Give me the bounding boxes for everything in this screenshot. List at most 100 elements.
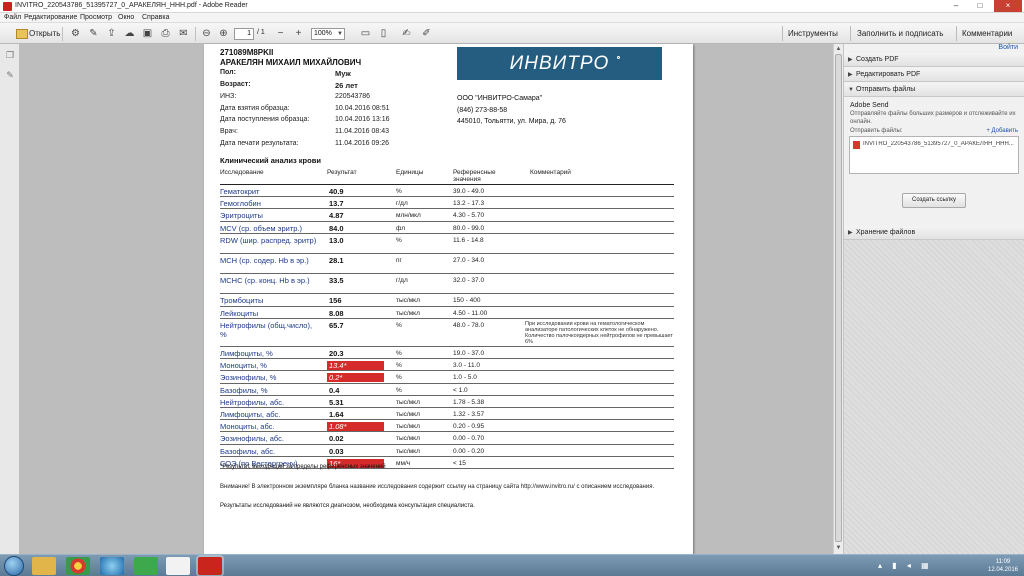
table-row: Тромбоциты 156 тыс/мкл 150 - 400: [220, 294, 674, 307]
notice-text: Внимание! В электронном экземпляре бланк…: [220, 484, 655, 490]
tools-tab[interactable]: Инструменты: [788, 29, 838, 38]
lab-address: 445010, Тольятти, ул. Мира, д. 76: [457, 118, 566, 125]
test-result: 156: [329, 296, 342, 306]
file-name[interactable]: INVITRO_220543786_51395727_0_АРАКЕЛЯН_НН…: [863, 141, 1018, 147]
section-edit-pdf[interactable]: ▶ Редактировать PDF: [844, 68, 1024, 82]
table-row: Эозинофилы, % 0.2*% 1.0 - 5.0: [220, 371, 674, 384]
save-icon[interactable]: ▣: [141, 27, 154, 40]
close-button[interactable]: ×: [994, 0, 1022, 12]
section-file-storage[interactable]: ▶ Хранение файлов: [844, 226, 1024, 240]
file-list[interactable]: INVITRO_220543786_51395727_0_АРАКЕЛЯН_НН…: [849, 136, 1019, 174]
test-unit: млн/мкл: [396, 212, 421, 220]
clock[interactable]: 11:09 12.04.2016: [986, 558, 1020, 574]
settings-icon[interactable]: ⚙: [69, 27, 82, 40]
header-comment: Комментарий: [530, 169, 571, 176]
open-button[interactable]: Открыть: [16, 27, 60, 40]
chevron-down-icon[interactable]: ▼: [337, 29, 343, 39]
test-result: 0.4: [329, 385, 340, 395]
logo-text: ИНВИТРО: [509, 53, 610, 74]
maximize-button[interactable]: □: [968, 0, 992, 12]
tools-panel: Войти ▶ Создать PDF ▶ Редактировать PDF ▼ О…: [843, 44, 1024, 554]
invitro-logo: ИНВИТРО: [457, 47, 662, 80]
comment-icon[interactable]: ✐: [420, 27, 433, 40]
fill-sign-tab[interactable]: Заполнить и подписать: [857, 29, 943, 38]
add-file-link[interactable]: + Добавить: [986, 128, 1018, 134]
menu-view[interactable]: Просмотр: [80, 14, 112, 21]
field-value: 220543786: [335, 93, 371, 100]
next-page-icon[interactable]: ⊕: [217, 27, 230, 40]
field-value: 10.04.2016 13:16: [335, 116, 390, 123]
sign-icon[interactable]: ✍: [400, 27, 413, 40]
sign-in-link[interactable]: Войти: [998, 44, 1018, 51]
scroll-down-icon[interactable]: ▼: [835, 544, 842, 552]
print-icon[interactable]: ⎙: [159, 27, 172, 40]
menu-file[interactable]: Файл: [4, 14, 21, 21]
minimize-button[interactable]: –: [944, 0, 968, 12]
document-viewport[interactable]: 271089M8PKII АРАКЕЛЯН МИХАИЛ МИХАЙЛОВИЧ …: [21, 44, 833, 554]
table-row: Эозинофилы, абс. 0.02 тыс/мкл 0.00 - 0.70: [220, 432, 674, 445]
table-row: MCHC (ср. конц. Hb в эр.) 33.5 г/дл 32.0 - …: [220, 274, 674, 295]
explorer-icon[interactable]: [32, 557, 56, 575]
notes-icon[interactable]: [166, 557, 190, 575]
create-pdf-icon[interactable]: ✎: [87, 27, 100, 40]
section-create-pdf[interactable]: ▶ Создать PDF: [844, 53, 1024, 67]
fit-width-icon[interactable]: ▯: [377, 27, 390, 40]
field-value: Муж: [335, 69, 351, 78]
toolbar-separator: [195, 27, 196, 41]
share-icon[interactable]: ⇪: [105, 27, 118, 40]
test-result: 0.03: [329, 446, 344, 456]
zoom-out-icon[interactable]: −: [274, 27, 287, 40]
clock-time: 11:09: [995, 559, 1011, 565]
media-icon[interactable]: [100, 557, 124, 575]
test-unit: тыс/мкл: [396, 297, 420, 305]
triangle-right-icon: ▶: [848, 230, 853, 236]
fit-page-icon[interactable]: ▭: [359, 27, 372, 40]
vertical-scrollbar[interactable]: ▲ ▼: [833, 44, 843, 554]
section-send-files[interactable]: ▼ Отправить файлы: [844, 83, 1024, 97]
test-reference: 3.0 - 11.0: [453, 362, 480, 370]
table-row: Лимфоциты, % 20.3% 19.0 - 37.0: [220, 347, 674, 360]
test-result: 65.7: [329, 320, 344, 330]
menu-help[interactable]: Справка: [142, 14, 169, 21]
zoom-in-icon[interactable]: +: [292, 27, 305, 40]
pdf-page: 271089M8PKII АРАКЕЛЯН МИХАИЛ МИХАЙЛОВИЧ …: [204, 44, 693, 554]
test-result: 13.0: [329, 235, 344, 245]
test-name: Эозинофилы, абс.: [220, 434, 284, 444]
adobe-reader-taskbar-icon[interactable]: [198, 557, 222, 575]
test-unit: г/дл: [396, 200, 408, 208]
prev-page-icon[interactable]: ⊖: [200, 27, 213, 40]
attachments-icon[interactable]: ✎: [5, 70, 15, 81]
footnote: *Результат, выходящий за пределы референ…: [220, 464, 386, 470]
test-name: MCH (ср. содер. Hb в эр.): [220, 256, 309, 265]
test-result: 4.87: [329, 211, 344, 221]
test-name: Лейкоциты: [220, 308, 259, 318]
header-test: Исследование: [220, 169, 264, 176]
order-id: 271089M8PKII: [220, 48, 274, 57]
table-row: Базофилы, абс. 0.03 тыс/мкл 0.00 - 0.20: [220, 445, 674, 457]
menu-edit[interactable]: Редактирование: [24, 14, 77, 21]
start-button[interactable]: [4, 556, 24, 576]
test-unit: %: [396, 374, 402, 382]
cloud-icon[interactable]: ☁: [123, 27, 136, 40]
field-value: 26 лет: [335, 81, 358, 90]
header-reference: Референсные значения: [453, 169, 496, 183]
test-result: 20.3: [329, 349, 344, 358]
test-result: 0.02: [329, 434, 344, 444]
email-icon[interactable]: ✉: [177, 27, 190, 40]
chrome-icon[interactable]: [66, 557, 90, 575]
test-name: Тромбоциты: [220, 296, 264, 306]
scroll-thumb[interactable]: [835, 54, 842, 542]
menu-window[interactable]: Окно: [118, 14, 134, 21]
field-label: Возраст:: [220, 81, 251, 88]
create-link-button[interactable]: Создать ссылку: [902, 193, 966, 208]
scroll-up-icon[interactable]: ▲: [835, 45, 842, 53]
comments-tab[interactable]: Комментарии: [962, 29, 1012, 38]
toolbar-separator: [850, 26, 851, 41]
field-value: 11.04.2016 09:26: [335, 140, 389, 147]
page-number-input[interactable]: 1: [234, 28, 254, 40]
page-thumbnails-icon[interactable]: ❒: [5, 50, 15, 61]
zoom-select[interactable]: 100% ▼: [311, 28, 345, 40]
app-a-icon[interactable]: [134, 557, 158, 575]
test-name: Моноциты, %: [220, 361, 267, 371]
field-label: Пол:: [220, 69, 236, 76]
